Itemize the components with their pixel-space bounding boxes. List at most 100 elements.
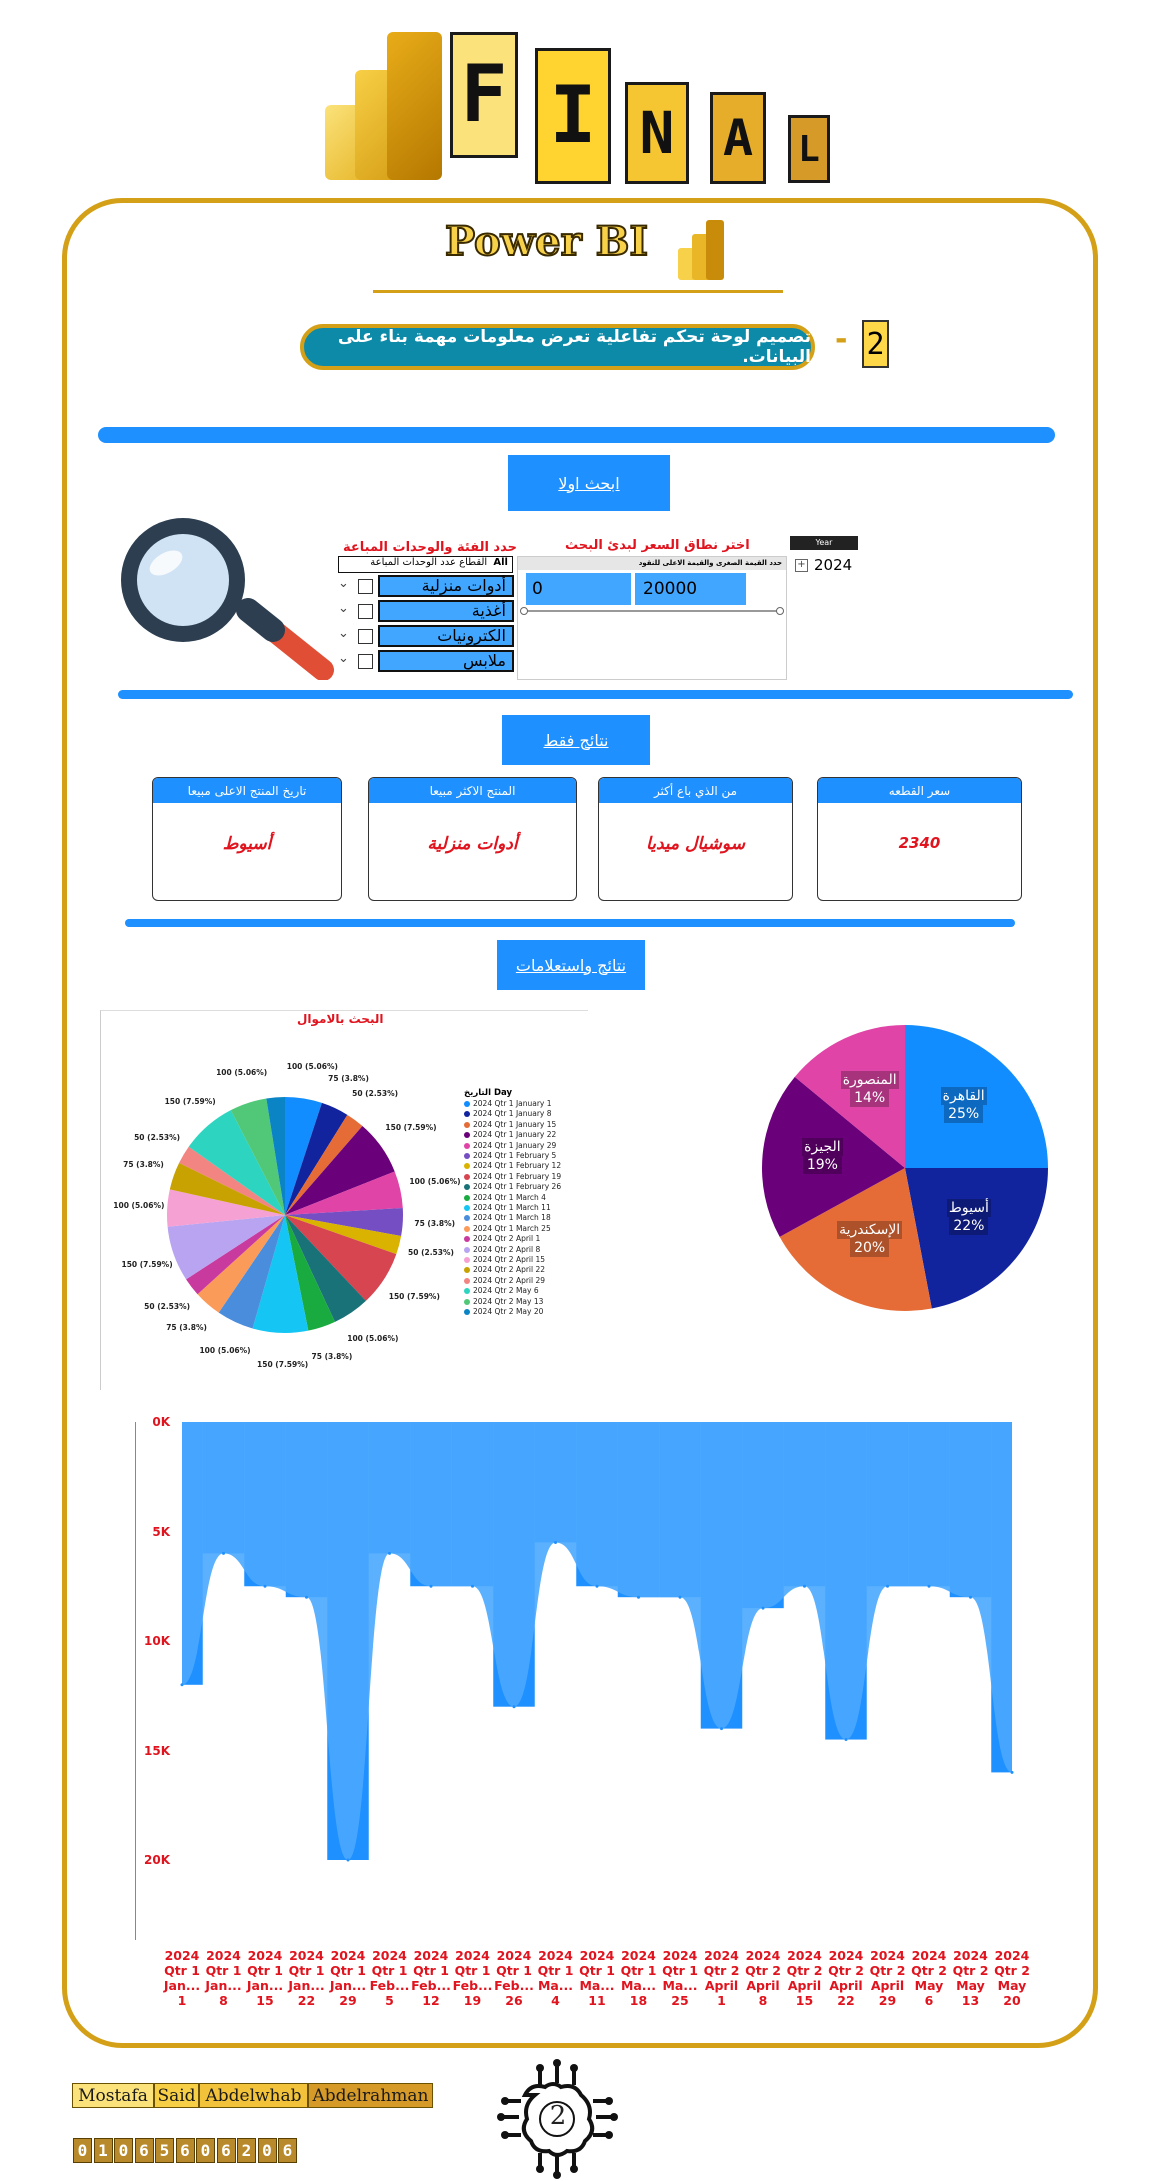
- x-tick-label: 2024 Qtr 2 May 20: [992, 1948, 1032, 2008]
- x-tick-label: 2024 Qtr 2 April 15: [785, 1948, 825, 2008]
- x-tick-line: Feb...: [494, 1978, 534, 1993]
- x-tick-line: April: [787, 1978, 822, 1993]
- x-tick-line: Feb...: [411, 1978, 451, 1993]
- x-tick-line: Jan...: [329, 1978, 367, 1993]
- x-tick-label: 2024 Qtr 2 May 13: [951, 1948, 991, 2008]
- x-tick-line: Ma...: [662, 1978, 698, 1993]
- area-point[interactable]: [886, 1584, 889, 1588]
- x-tick-line: Qtr 1: [164, 1963, 200, 1978]
- y-tick-label: 15K: [144, 1743, 170, 1758]
- phone-digit: 1: [93, 2138, 113, 2163]
- x-tick-line: Qtr 2: [994, 1963, 1030, 1978]
- x-tick-line: 4: [551, 1993, 560, 2008]
- y-tick-label: 10K: [144, 1634, 170, 1648]
- area-point[interactable]: [637, 1595, 640, 1599]
- x-tick-line: 22: [837, 1993, 855, 2008]
- area-point[interactable]: [761, 1606, 765, 1610]
- x-tick-line: 2024: [330, 1948, 366, 1963]
- x-tick-line: Qtr 1: [371, 1963, 408, 1978]
- x-tick-line: Ma...: [537, 1978, 574, 1993]
- area-point[interactable]: [180, 1683, 184, 1687]
- x-tick-line: Jan...: [163, 1978, 201, 1993]
- y-tick-label: 0K: [152, 1415, 170, 1429]
- x-tick-line: 20: [1003, 1993, 1021, 2008]
- phone-digit: 0: [73, 2138, 92, 2163]
- x-tick-line: 11: [588, 1993, 606, 2008]
- area-point[interactable]: [263, 1584, 267, 1588]
- phone-digit: 6: [175, 2138, 195, 2163]
- x-tick-label: 2024 Qtr 1 Jan... 8: [204, 1948, 244, 2008]
- x-tick-line: 13: [961, 1993, 980, 2008]
- x-tick-line: 2024: [662, 1948, 698, 1963]
- area-point[interactable]: [678, 1595, 682, 1599]
- y-tick-label: 5K: [152, 1524, 170, 1539]
- phone-digit: 6: [134, 2138, 154, 2163]
- x-tick-line: 18: [629, 1993, 648, 2008]
- x-tick-line: 2024: [953, 1948, 988, 1963]
- x-tick-line: Qtr 2: [786, 1963, 823, 1978]
- area-point[interactable]: [844, 1738, 848, 1742]
- x-tick-line: Qtr 2: [703, 1963, 740, 1978]
- footer-name-4: Abdelrahman: [308, 2083, 433, 2108]
- x-tick-line: 22: [297, 1993, 316, 2008]
- area-point[interactable]: [1010, 1770, 1014, 1774]
- x-tick-line: 12: [422, 1993, 440, 2008]
- x-tick-line: 2024: [372, 1948, 407, 1963]
- footer-name-3: Abdelwhab: [199, 2083, 308, 2108]
- x-tick-line: Qtr 1: [288, 1963, 325, 1978]
- x-tick-label: 2024 Qtr 1 Jan... 15: [245, 1948, 285, 2008]
- x-tick-line: Jan...: [205, 1978, 242, 1993]
- x-tick-line: Qtr 1: [496, 1963, 532, 1978]
- x-tick-line: 2024: [704, 1948, 739, 1963]
- x-tick-line: Feb...: [452, 1978, 493, 1993]
- x-tick-line: 2024: [870, 1948, 905, 1963]
- x-tick-line: 8: [219, 1993, 228, 2008]
- area-point[interactable]: [927, 1584, 931, 1588]
- area-point[interactable]: [429, 1584, 433, 1588]
- x-tick-line: April: [746, 1978, 780, 1993]
- area-point[interactable]: [512, 1705, 516, 1709]
- area-point[interactable]: [388, 1551, 391, 1555]
- x-tick-line: 2024: [538, 1948, 573, 1963]
- x-tick-label: 2024 Qtr 1 Feb... 19: [453, 1948, 493, 2008]
- x-tick-line: 2024: [787, 1948, 822, 1963]
- area-point[interactable]: [222, 1551, 225, 1555]
- x-tick-line: Qtr 1: [413, 1963, 449, 1978]
- x-tick-line: 2024: [206, 1948, 241, 1963]
- x-tick-line: 2024: [496, 1948, 532, 1963]
- x-tick-line: 6: [924, 1993, 934, 2008]
- area-series[interactable]: [182, 1422, 1012, 1860]
- x-tick-line: 8: [758, 1993, 768, 2008]
- x-tick-line: May: [914, 1978, 944, 1993]
- x-tick-label: 2024 Qtr 1 Feb... 26: [494, 1948, 534, 2008]
- area-point[interactable]: [346, 1858, 350, 1862]
- x-tick-label: 2024 Qtr 1 Jan... 1: [162, 1948, 202, 2008]
- x-tick-line: Qtr 1: [454, 1963, 491, 1978]
- area-point[interactable]: [969, 1595, 972, 1599]
- area-point[interactable]: [803, 1584, 806, 1588]
- x-tick-line: 5: [385, 1993, 394, 2008]
- x-tick-label: 2024 Qtr 2 May 6: [909, 1948, 949, 2008]
- x-tick-line: 19: [463, 1993, 482, 2008]
- area-point[interactable]: [305, 1595, 308, 1599]
- phone-digit: 2: [237, 2138, 256, 2163]
- x-tick-line: 29: [878, 1993, 897, 2008]
- area-point[interactable]: [554, 1540, 557, 1544]
- x-tick-line: Jan...: [288, 1978, 325, 1993]
- footer-name-2: Said: [154, 2083, 199, 2108]
- x-tick-line: 2024: [911, 1948, 947, 1963]
- x-tick-line: Feb...: [369, 1978, 410, 1993]
- x-tick-label: 2024 Qtr 1 Jan... 29: [328, 1948, 368, 2008]
- x-tick-label: 2024 Qtr 1 Feb... 5: [370, 1948, 410, 2008]
- x-tick-label: 2024 Qtr 2 April 1: [702, 1948, 742, 2008]
- area-point[interactable]: [595, 1584, 599, 1588]
- x-tick-label: 2024 Qtr 1 Feb... 12: [411, 1948, 451, 2008]
- area-point[interactable]: [720, 1727, 723, 1731]
- phone-digit: 6: [278, 2138, 297, 2163]
- x-tick-line: 2024: [745, 1948, 781, 1963]
- x-tick-line: Qtr 1: [662, 1963, 698, 1978]
- x-tick-line: Qtr 1: [247, 1963, 283, 1978]
- x-tick-line: Qtr 1: [205, 1963, 242, 1978]
- area-point[interactable]: [471, 1584, 474, 1588]
- x-tick-line: 1: [177, 1993, 187, 2008]
